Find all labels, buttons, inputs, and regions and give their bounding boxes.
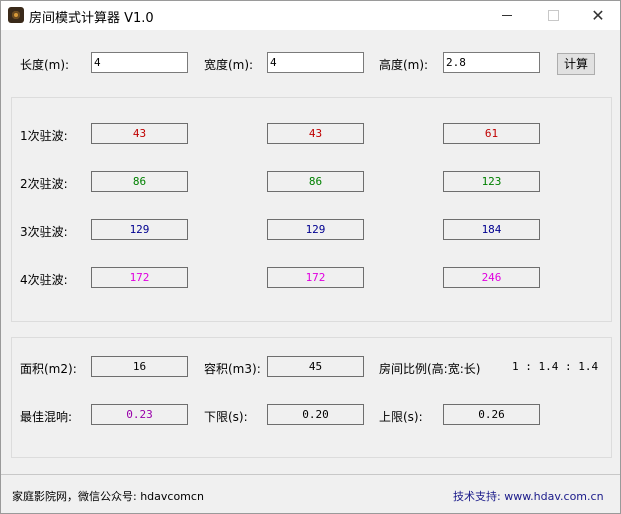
- close-icon: ✕: [591, 6, 605, 25]
- footer-divider: [1, 474, 620, 475]
- mode-row-label: 3次驻波:: [20, 225, 68, 239]
- mode-value: 61: [443, 123, 540, 144]
- area-label: 面积(m2):: [20, 362, 77, 376]
- minimize-icon: [502, 15, 512, 16]
- mode-value: 129: [91, 219, 188, 240]
- reverb-value: 0.23: [91, 404, 188, 425]
- height-input[interactable]: [443, 52, 540, 73]
- mode-value: 43: [267, 123, 364, 144]
- minimize-button[interactable]: [484, 1, 530, 30]
- width-input[interactable]: [267, 52, 364, 73]
- mode-value: 123: [443, 171, 540, 192]
- width-label: 宽度(m):: [204, 58, 254, 72]
- height-label: 高度(m):: [379, 58, 429, 72]
- upper-limit-label: 上限(s):: [379, 410, 423, 424]
- ratio-label: 房间比例(高:宽:长): [379, 362, 481, 376]
- volume-value: 45: [267, 356, 364, 377]
- close-button[interactable]: ✕: [575, 1, 621, 30]
- volume-label: 容积(m3):: [204, 362, 261, 376]
- footer-support-link[interactable]: 技术支持: www.hdav.com.cn: [453, 488, 604, 504]
- mode-value: 172: [91, 267, 188, 288]
- mode-value: 43: [91, 123, 188, 144]
- window-title: 房间模式计算器 V1.0: [29, 11, 154, 26]
- mode-value: 129: [267, 219, 364, 240]
- maximize-icon: [548, 10, 559, 21]
- length-label: 长度(m):: [20, 58, 70, 72]
- upper-limit-value: 0.26: [443, 404, 540, 425]
- lower-limit-value: 0.20: [267, 404, 364, 425]
- mode-value: 172: [267, 267, 364, 288]
- mode-value: 184: [443, 219, 540, 240]
- lower-limit-label: 下限(s):: [204, 410, 248, 424]
- mode-value: 246: [443, 267, 540, 288]
- maximize-button[interactable]: [530, 1, 576, 30]
- mode-row-label: 1次驻波:: [20, 129, 68, 143]
- calculate-button[interactable]: 计算: [557, 53, 595, 75]
- ratio-value: 1 : 1.4 : 1.4: [512, 360, 599, 373]
- length-input[interactable]: [91, 52, 188, 73]
- mode-value: 86: [91, 171, 188, 192]
- mode-value: 86: [267, 171, 364, 192]
- reverb-label: 最佳混响:: [20, 410, 73, 424]
- mode-row-label: 2次驻波:: [20, 177, 68, 191]
- footer-info: 家庭影院网，微信公众号: hdavcomcn: [12, 490, 204, 503]
- app-window: 房间模式计算器 V1.0 ✕ 长度(m): 宽度(m): 高度(m): 计算 1…: [0, 0, 621, 514]
- title-bar[interactable]: 房间模式计算器 V1.0 ✕: [1, 1, 620, 30]
- mode-row-label: 4次驻波:: [20, 273, 68, 287]
- app-icon: [8, 7, 24, 23]
- area-value: 16: [91, 356, 188, 377]
